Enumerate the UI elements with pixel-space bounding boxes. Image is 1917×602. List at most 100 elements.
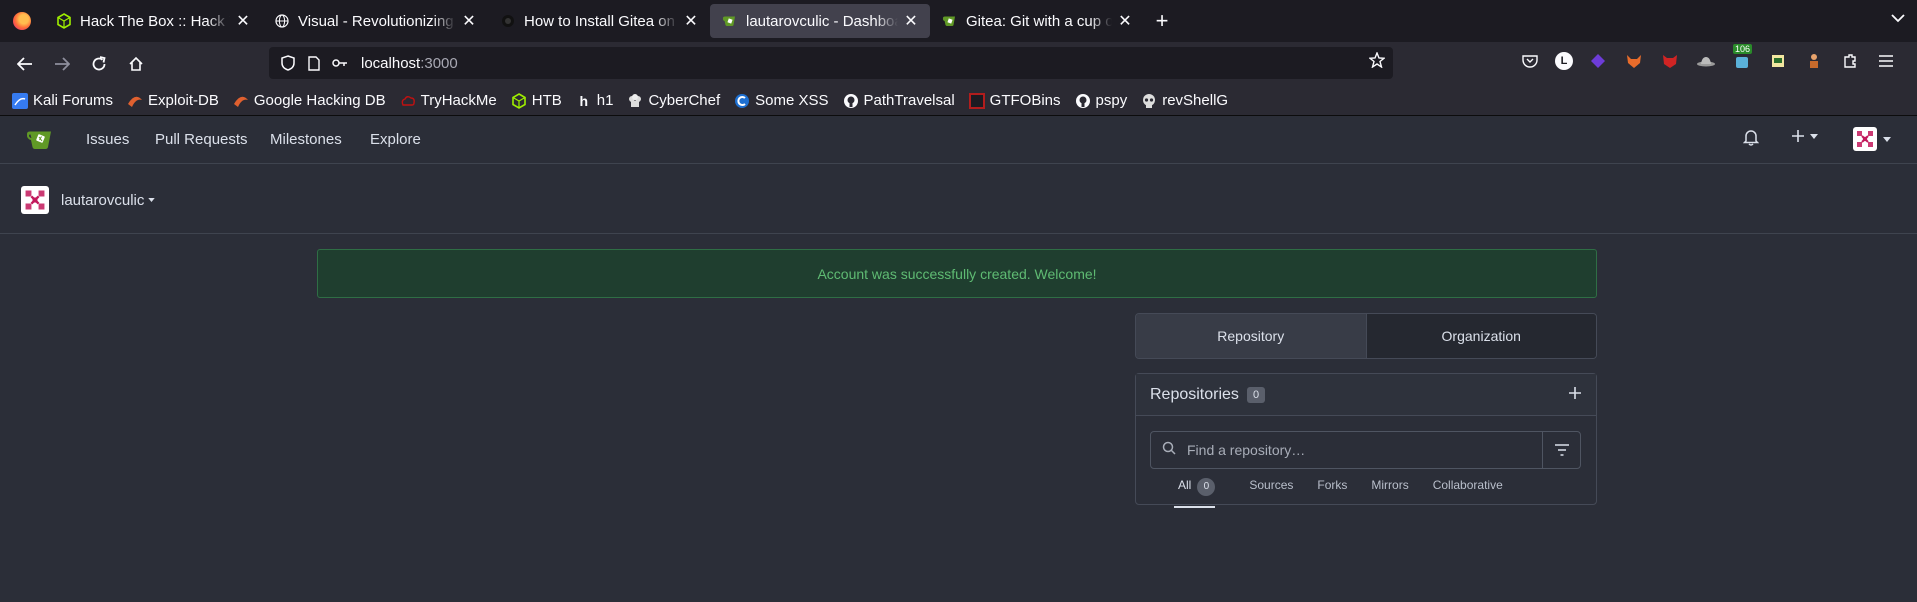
close-icon[interactable]: ✕ — [682, 11, 700, 31]
tab-install-gitea[interactable]: How to Install Gitea on Ubuntu ✕ — [488, 4, 710, 38]
browser-nav-bar: localhost:3000 L 106 — [0, 42, 1917, 86]
notifications-bell-icon[interactable] — [1742, 128, 1760, 151]
foxyproxy-icon[interactable] — [1623, 50, 1645, 72]
bookmark-cyberchef[interactable]: CyberChef — [627, 92, 720, 109]
chevron-down-icon[interactable] — [1891, 10, 1905, 28]
tab-title: How to Install Gitea on Ubuntu — [524, 12, 678, 30]
filter-label: All — [1178, 478, 1192, 492]
bookmark-label: GTFOBins — [989, 92, 1061, 109]
bookmark-label: PathTravelsal — [863, 92, 955, 109]
repository-panel-header: Repositories 0 — [1136, 374, 1596, 416]
url-text[interactable]: localhost:3000 — [361, 55, 458, 72]
add-repository-button[interactable] — [1568, 383, 1582, 406]
flash-text: Account was successfully created. Welcom… — [817, 265, 1097, 282]
nav-issues[interactable]: Issues — [86, 131, 129, 148]
cyberchef-icon — [627, 93, 643, 109]
close-icon[interactable]: ✕ — [902, 11, 920, 31]
bookmark-tryhackme[interactable]: TryHackMe — [400, 92, 497, 109]
repository-filter-tabs: All 0 Sources Forks Mirrors Collaborative — [1174, 478, 1517, 508]
arrow-left-icon — [17, 57, 32, 71]
bookmarks-toolbar: Kali Forums Exploit-DB Google Hacking DB… — [0, 86, 1917, 116]
home-button[interactable] — [119, 47, 153, 81]
repository-search-input[interactable] — [1187, 442, 1527, 458]
filter-icon — [1554, 444, 1569, 456]
bookmark-some-xss[interactable]: Some XSS — [734, 92, 829, 109]
arrow-right-icon — [55, 57, 70, 71]
extension-toolbar: L 106 — [1519, 44, 1897, 72]
extension-man-icon[interactable] — [1803, 50, 1825, 72]
gitea-logo-icon[interactable] — [26, 129, 54, 151]
bookmark-star-icon[interactable] — [1368, 51, 1386, 73]
extension-counter-icon[interactable]: 106 — [1731, 44, 1753, 72]
user-menu[interactable] — [1853, 127, 1891, 151]
url-host: localhost — [361, 54, 421, 72]
caret-down-icon — [1883, 136, 1891, 142]
context-user-switcher[interactable]: lautarovculic — [21, 186, 156, 214]
gtfobins-icon — [968, 92, 985, 109]
filter-collaborative[interactable]: Collaborative — [1423, 478, 1517, 502]
htb-icon — [56, 13, 72, 29]
bookmark-label: Kali Forums — [33, 92, 114, 109]
plus-icon — [1792, 130, 1804, 142]
bookmark-gtfobins[interactable]: GTFOBins — [968, 92, 1061, 109]
exploitdb-icon — [127, 93, 143, 109]
tab-visual[interactable]: Visual - Revolutionizing Visual Studio ✕ — [262, 4, 488, 38]
filter-all[interactable]: All 0 — [1174, 478, 1216, 508]
tab-dashboard[interactable]: lautarovculic - Dashboard ✕ — [710, 4, 930, 38]
filter-sources[interactable]: Sources — [1235, 478, 1307, 502]
menu-hamburger-icon[interactable] — [1875, 50, 1897, 72]
reload-button[interactable] — [82, 47, 116, 81]
gitea-icon — [722, 13, 738, 29]
key-icon[interactable] — [329, 52, 351, 74]
bookmark-label: Some XSS — [755, 92, 829, 109]
filter-forks[interactable]: Forks — [1307, 478, 1361, 502]
bookmark-pathtravelsal[interactable]: PathTravelsal — [843, 92, 955, 109]
tab-organization[interactable]: Organization — [1366, 314, 1596, 358]
bookmark-label: h1 — [596, 92, 614, 109]
create-new-button[interactable] — [1791, 129, 1818, 143]
bookmark-h1[interactable]: h h1 — [576, 92, 614, 109]
bookmark-label: revShellG — [1162, 92, 1229, 109]
close-icon[interactable]: ✕ — [460, 11, 478, 31]
xss-icon — [734, 93, 750, 109]
bookmark-label: pspy — [1095, 92, 1128, 109]
bookmark-label: CyberChef — [648, 92, 721, 109]
bookmark-pspy[interactable]: pspy — [1075, 92, 1128, 109]
pocket-icon[interactable] — [1519, 50, 1541, 72]
tab-repository[interactable]: Repository — [1136, 314, 1367, 358]
filter-mirrors[interactable]: Mirrors — [1361, 478, 1422, 502]
bookmark-ghdb[interactable]: Google Hacking DB — [233, 92, 386, 109]
back-button[interactable] — [8, 47, 42, 81]
extension-film-icon[interactable] — [1767, 50, 1789, 72]
tab-hack-the-box[interactable]: Hack The Box :: Hack The Box ✕ — [44, 4, 262, 38]
extension-red-icon[interactable] — [1659, 50, 1681, 72]
page-icon[interactable] — [303, 52, 325, 74]
avatar — [21, 186, 49, 214]
url-bar[interactable]: localhost:3000 — [269, 47, 1393, 79]
nav-milestones[interactable]: Milestones — [270, 131, 342, 148]
bookmark-revshellg[interactable]: revShellG — [1141, 92, 1228, 109]
bookmark-htb[interactable]: HTB — [511, 92, 562, 109]
bookmark-label: HTB — [531, 92, 562, 109]
nav-explore[interactable]: Explore — [370, 131, 421, 148]
account-avatar-icon[interactable]: L — [1555, 52, 1573, 70]
extension-badge: 106 — [1733, 44, 1753, 54]
close-icon[interactable]: ✕ — [1116, 11, 1134, 31]
tab-title: Gitea: Git with a cup of tea — [966, 12, 1112, 30]
gitea-page: Issues Pull Requests Milestones Explore … — [0, 116, 1917, 602]
tab-gitea-home[interactable]: Gitea: Git with a cup of tea ✕ — [930, 4, 1144, 38]
filter-button[interactable] — [1542, 432, 1580, 468]
bookmark-kali-forums[interactable]: Kali Forums — [12, 92, 113, 109]
firefox-menu-icon[interactable] — [0, 0, 44, 42]
new-tab-button[interactable]: + — [1144, 8, 1180, 34]
extension-hat-icon[interactable] — [1695, 50, 1717, 72]
tab-title: lautarovculic - Dashboard — [746, 12, 898, 30]
close-icon[interactable]: ✕ — [234, 11, 252, 31]
hackerone-icon: h — [579, 92, 589, 109]
forward-button[interactable] — [45, 47, 79, 81]
shield-icon[interactable] — [277, 52, 299, 74]
extensions-puzzle-icon[interactable] — [1839, 50, 1861, 72]
bookmark-exploit-db[interactable]: Exploit-DB — [127, 92, 219, 109]
nav-pull-requests[interactable]: Pull Requests — [155, 131, 248, 148]
extension-purple-icon[interactable] — [1587, 50, 1609, 72]
